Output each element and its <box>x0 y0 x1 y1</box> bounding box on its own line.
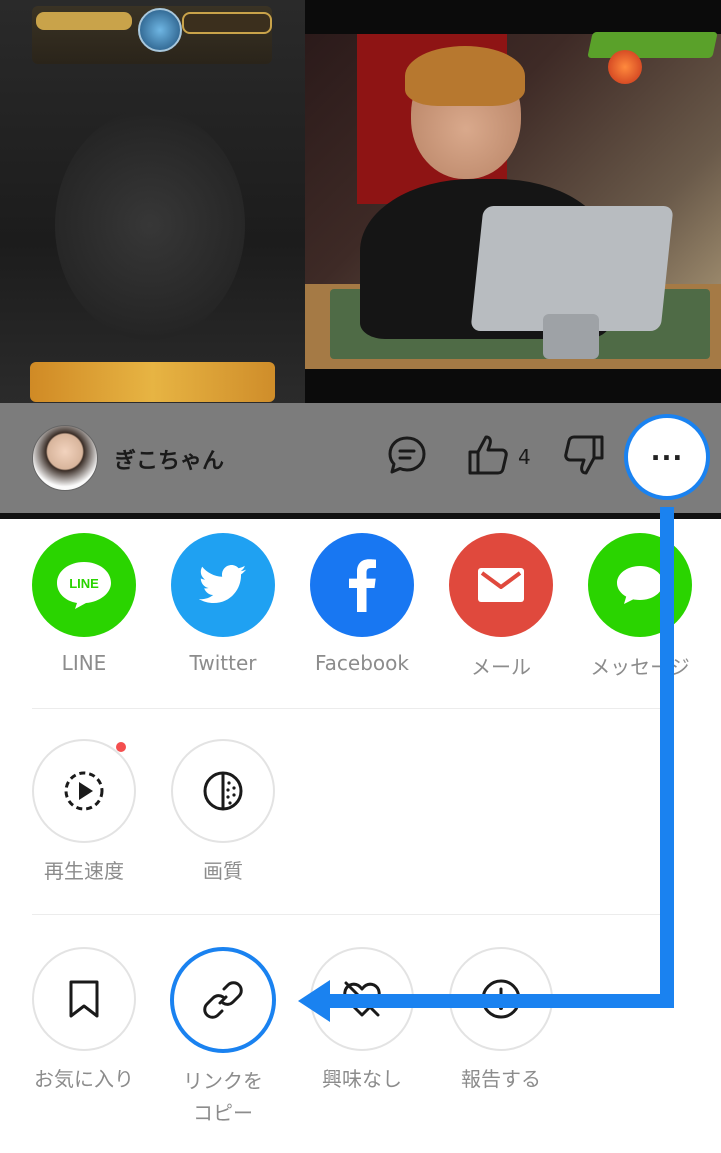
share-twitter[interactable]: Twitter <box>170 533 276 675</box>
notification-dot <box>116 742 126 752</box>
favorite-circle[interactable] <box>32 947 136 1051</box>
game-logo <box>587 10 718 84</box>
game-menu-bar <box>30 362 275 402</box>
share-facebook[interactable]: Facebook <box>309 533 415 675</box>
more-options-button[interactable]: ... <box>624 414 710 500</box>
copy-link-circle[interactable] <box>170 947 276 1053</box>
message-bubble-icon <box>617 566 663 604</box>
channel-name[interactable]: ぎこちゃん <box>114 443 224 475</box>
avatar[interactable] <box>32 425 98 491</box>
game-emblem <box>55 110 245 340</box>
playback-speed-icon <box>64 771 104 811</box>
option-copy-link[interactable]: リンクを コピー <box>170 947 276 1129</box>
annotation-arrow-horizontal <box>326 994 674 1008</box>
divider <box>32 914 665 915</box>
twitter-bird-icon <box>199 565 247 603</box>
facebook-f-icon <box>349 559 376 612</box>
copy-link-label-line2: コピー <box>193 1101 253 1125</box>
option-not-interested-label: 興味なし <box>322 1067 402 1091</box>
playback-speed-circle[interactable] <box>32 739 136 843</box>
option-quality-label: 画質 <box>203 859 243 883</box>
annotation-arrow-head <box>298 980 330 1022</box>
share-twitter-circle[interactable] <box>171 533 275 637</box>
option-quality[interactable]: 画質 <box>170 739 276 887</box>
quality-circle[interactable] <box>171 739 275 843</box>
like-count: 4 <box>518 445 531 469</box>
option-playback-speed[interactable]: 再生速度 <box>31 739 137 887</box>
like-button[interactable] <box>466 433 510 477</box>
share-facebook-circle[interactable] <box>310 533 414 637</box>
comment-button[interactable] <box>385 433 429 477</box>
thumbs-up-icon <box>468 435 508 475</box>
copy-link-label-line1: リンクを <box>183 1069 263 1093</box>
annotation-arrow-vertical <box>660 507 674 1007</box>
quality-icon <box>203 771 243 811</box>
game-screen <box>0 0 305 403</box>
camera-feed <box>305 34 721 369</box>
option-copy-link-label: リンクを コピー <box>170 1065 276 1129</box>
game-status-bar <box>32 6 272 64</box>
share-twitter-label: Twitter <box>189 651 257 675</box>
link-icon <box>203 981 243 1019</box>
share-message-circle[interactable] <box>588 533 692 637</box>
svg-text:LINE: LINE <box>69 576 99 591</box>
option-favorite-label: お気に入り <box>34 1067 134 1091</box>
share-message[interactable]: メッセージ <box>587 533 693 680</box>
dislike-button[interactable] <box>562 433 606 477</box>
share-line-label: LINE <box>61 651 107 675</box>
share-mail-label: メール <box>471 655 531 679</box>
share-mail-circle[interactable] <box>449 533 553 637</box>
divider <box>32 708 665 709</box>
thumbs-down-icon <box>564 435 604 475</box>
option-report[interactable]: 報告する <box>448 947 554 1095</box>
comment-icon <box>388 436 426 474</box>
share-mail[interactable]: メール <box>448 533 554 680</box>
line-icon: LINE <box>57 562 111 609</box>
mail-icon <box>478 568 524 602</box>
share-sheet: LINE LINE Twitter Facebook メール メッセージ 再生速… <box>0 519 721 1153</box>
option-report-label: 報告する <box>461 1067 541 1091</box>
share-line[interactable]: LINE LINE <box>31 533 137 675</box>
more-dots-icon: ... <box>650 437 684 467</box>
video-player[interactable] <box>0 0 721 403</box>
share-facebook-label: Facebook <box>315 651 409 675</box>
option-favorite[interactable]: お気に入り <box>31 947 137 1095</box>
option-playback-speed-label: 再生速度 <box>44 859 124 883</box>
share-message-label: メッセージ <box>590 655 690 679</box>
bookmark-icon <box>69 980 99 1018</box>
share-line-circle[interactable]: LINE <box>32 533 136 637</box>
channel-info-bar: ぎこちゃん 4 ... <box>0 403 721 513</box>
